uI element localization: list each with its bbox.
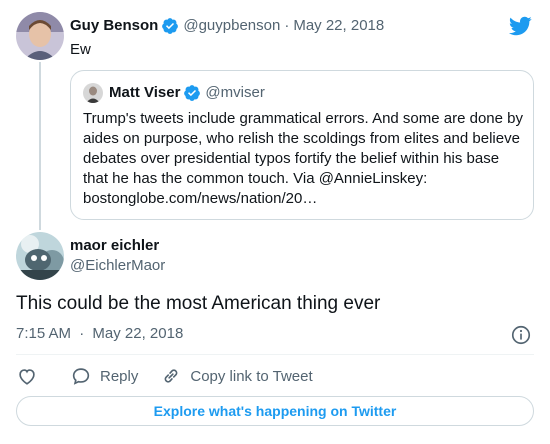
separator-dot: · <box>79 325 85 342</box>
info-icon[interactable] <box>510 324 532 346</box>
parent-tweet-header: Guy Benson @guypbenson · May 22, 2018 <box>70 16 384 36</box>
copy-link-button[interactable]: Copy link to Tweet <box>160 365 313 387</box>
tweet-text: This could be the most American thing ev… <box>16 293 381 314</box>
verified-badge-icon <box>162 18 179 34</box>
tweet-actions: Reply Copy link to Tweet <box>16 364 313 388</box>
author-name[interactable]: Guy Benson <box>70 16 158 36</box>
divider <box>16 354 534 355</box>
verified-badge-icon <box>184 85 201 101</box>
author-handle[interactable]: @EichlerMaor <box>70 256 165 276</box>
reply-label: Reply <box>100 367 139 385</box>
author-name: Matt Viser <box>109 84 181 101</box>
reply-button[interactable]: Reply <box>70 365 138 387</box>
author-name[interactable]: maor eichler <box>70 236 159 256</box>
avatar <box>83 83 103 103</box>
tweet-text: Ew <box>70 41 91 58</box>
tweet-time[interactable]: 7:15 AM <box>16 325 71 342</box>
explore-button[interactable]: Explore what's happening on Twitter <box>16 396 534 426</box>
quoted-tweet-text: Trump's tweets include grammatical error… <box>83 110 523 207</box>
quoted-tweet[interactable]: Matt Viser @mviser Trump's tweets includ… <box>70 70 534 220</box>
quoted-tweet-header: Matt Viser @mviser <box>83 83 265 103</box>
author-handle: @mviser <box>205 84 265 101</box>
twitter-bird-icon[interactable] <box>508 14 532 38</box>
reply-icon <box>72 368 90 385</box>
heart-icon <box>19 369 35 385</box>
tweet-date[interactable]: May 22, 2018 <box>92 325 183 342</box>
link-icon <box>164 369 178 383</box>
avatar[interactable] <box>16 232 64 280</box>
tweet-embed-card: Guy Benson @guypbenson · May 22, 2018 Ew <box>0 0 550 444</box>
author-handle[interactable]: @guypbenson <box>183 16 280 36</box>
copy-link-label: Copy link to Tweet <box>190 367 313 385</box>
avatar[interactable] <box>16 12 64 60</box>
tweet-timestamp[interactable]: 7:15 AM · May 22, 2018 <box>16 324 183 344</box>
tweet-date[interactable]: May 22, 2018 <box>293 16 384 36</box>
thread-connector-line <box>39 62 41 230</box>
separator-dot: · <box>284 17 290 34</box>
like-button[interactable] <box>16 365 38 387</box>
